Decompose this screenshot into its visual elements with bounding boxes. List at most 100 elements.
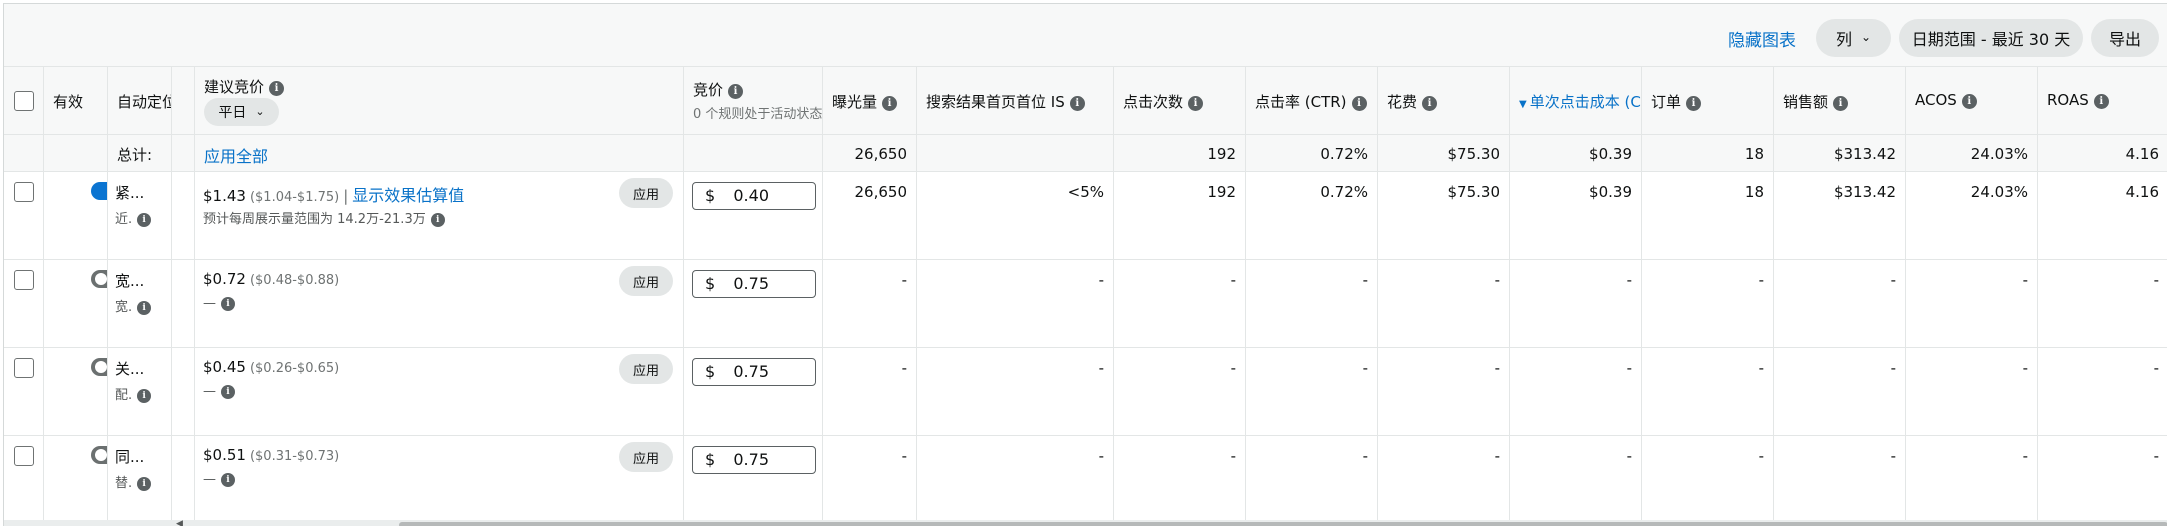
sales-value: $313.42 [1833,183,1896,201]
apply-suggested-bid-button[interactable]: 应用 [619,266,673,296]
header-ctr[interactable]: 点击率 (CTR) i [1246,67,1378,134]
info-icon[interactable]: i [221,473,235,487]
row-bid-cell: $ 0.40 [684,172,823,259]
header-active[interactable]: 有效 [44,67,108,134]
header-acos-text: ACOS i [1915,91,1977,109]
info-icon[interactable]: i [882,96,898,111]
horizontal-scrollbar-thumb[interactable] [399,522,2167,526]
info-icon[interactable]: i [1961,94,1977,109]
info-icon[interactable]: i [269,81,285,96]
bid-mode-label: 平日 [218,105,247,121]
bid-input[interactable]: $ 0.75 [692,446,816,474]
active-toggle[interactable] [91,446,107,464]
info-icon[interactable]: i [1833,96,1849,111]
bid-input[interactable]: $ 0.75 [692,270,816,298]
spend-value: - [1494,447,1500,465]
apply-all-link[interactable]: 应用全部 [204,143,268,167]
row-orders-cell: 18 [1642,172,1774,259]
totals-impressions: 26,650 [854,145,908,163]
row-checkbox[interactable] [14,358,34,378]
row-orders-cell: - [1642,348,1774,435]
table-row: 同... 替. i $0.51 ($0.31-$0.73) — i 应用 $ 0.75… [4,436,2167,524]
header-orders[interactable]: 订单 i [1642,67,1774,134]
header-suggested-bid-text: 建议竞价 i [204,76,285,97]
row-spend-cell: - [1378,436,1510,523]
clicks-value: - [1230,359,1236,377]
totals-label: 总计: [117,146,153,164]
header-sales[interactable]: 销售额 i [1774,67,1906,134]
show-estimate-link[interactable]: 显示效果估算值 [352,186,464,205]
info-icon[interactable]: i [137,301,152,315]
scroll-left-icon[interactable]: ◀ [176,519,183,526]
header-ctr-label: 点击率 (CTR) [1255,93,1347,111]
export-button[interactable]: 导出 [2091,19,2159,57]
info-icon[interactable]: i [430,213,445,227]
row-checkbox[interactable] [14,270,34,290]
header-targeting-label: 自动定位 [117,93,172,111]
header-acos[interactable]: ACOS i [1906,67,2038,134]
bid-mode-dropdown[interactable]: 平日 ⌄ [204,98,279,126]
header-suggested-bid[interactable]: 建议竞价 i 平日 ⌄ [195,67,684,134]
spend-value: $75.30 [1447,183,1501,201]
row-acos-cell: - [1906,436,2038,523]
suggested-bid-range: ($0.31-$0.73) [249,449,340,464]
toggle-knob [95,449,107,461]
totals-clicks: 192 [1207,145,1236,163]
info-icon[interactable]: i [1686,96,1702,111]
header-top-of-search-is[interactable]: 搜索结果首页首位 IS i [917,67,1114,134]
header-targeting[interactable]: 自动定位 [108,67,172,134]
active-toggle[interactable] [91,270,107,288]
totals-cpc-cell: $0.39 [1510,135,1642,171]
suggested-bid-value: $0.72 [203,270,246,288]
info-icon[interactable]: i [2093,94,2109,109]
select-all-checkbox[interactable] [14,91,34,111]
header-bid[interactable]: 竞价 i 0 个规则处于活动状态 [684,67,823,134]
bid-input[interactable]: $ 0.75 [692,358,816,386]
suggested-bid-line: $0.45 ($0.26-$0.65) [203,358,339,376]
info-icon[interactable]: i [137,477,152,491]
apply-button-label: 应用 [632,187,659,203]
info-icon[interactable]: i [221,297,235,311]
row-impressions-cell: - [823,348,917,435]
row-checkbox[interactable] [14,446,34,466]
bid-input[interactable]: $ 0.40 [692,182,816,210]
date-range-button[interactable]: 日期范围 - 最近 30 天 [1899,19,2083,57]
weekly-estimate-text: — [203,472,216,487]
totals-spacer [172,135,195,171]
active-toggle[interactable] [91,358,107,376]
row-cpc-cell: $0.39 [1510,172,1642,259]
info-icon[interactable]: i [137,213,152,227]
apply-suggested-bid-button[interactable]: 应用 [619,354,673,384]
hide-chart-link[interactable]: 隐藏图表 [1728,26,1796,51]
info-icon[interactable]: i [1422,96,1438,111]
row-select-cell [4,348,44,435]
row-targeting-cell: 宽... 宽. i [108,260,172,347]
info-icon[interactable]: i [728,84,744,99]
row-clicks-cell: - [1114,348,1246,435]
toggle-knob [95,273,107,285]
info-icon[interactable]: i [137,389,152,403]
info-icon[interactable]: i [221,385,235,399]
active-toggle[interactable] [91,182,107,200]
row-roas-cell: - [2038,260,2167,347]
row-active-cell [44,172,108,259]
row-ctr-cell: - [1246,260,1378,347]
apply-suggested-bid-button[interactable]: 应用 [619,178,673,208]
header-clicks[interactable]: 点击次数 i [1114,67,1246,134]
header-cpc[interactable]: ▼单次点击成本 (CPC) [1510,67,1642,134]
info-icon[interactable]: i [1188,96,1204,111]
header-spend[interactable]: 花费 i [1378,67,1510,134]
header-sales-text: 销售额 i [1783,91,1849,112]
apply-suggested-bid-button[interactable]: 应用 [619,442,673,472]
currency-symbol: $ [705,186,716,205]
columns-button[interactable]: 列 ⌄ [1816,19,1891,57]
info-icon[interactable]: i [1351,96,1367,111]
totals-top-of-search-is-cell [917,135,1114,171]
totals-spend-cell: $75.30 [1378,135,1510,171]
suggested-bid-divider: | [343,187,349,205]
row-checkbox[interactable] [14,182,34,202]
header-impressions[interactable]: 曝光量 i [823,67,917,134]
row-spacer [172,260,195,347]
info-icon[interactable]: i [1069,96,1085,111]
header-roas[interactable]: ROAS i [2038,67,2167,134]
